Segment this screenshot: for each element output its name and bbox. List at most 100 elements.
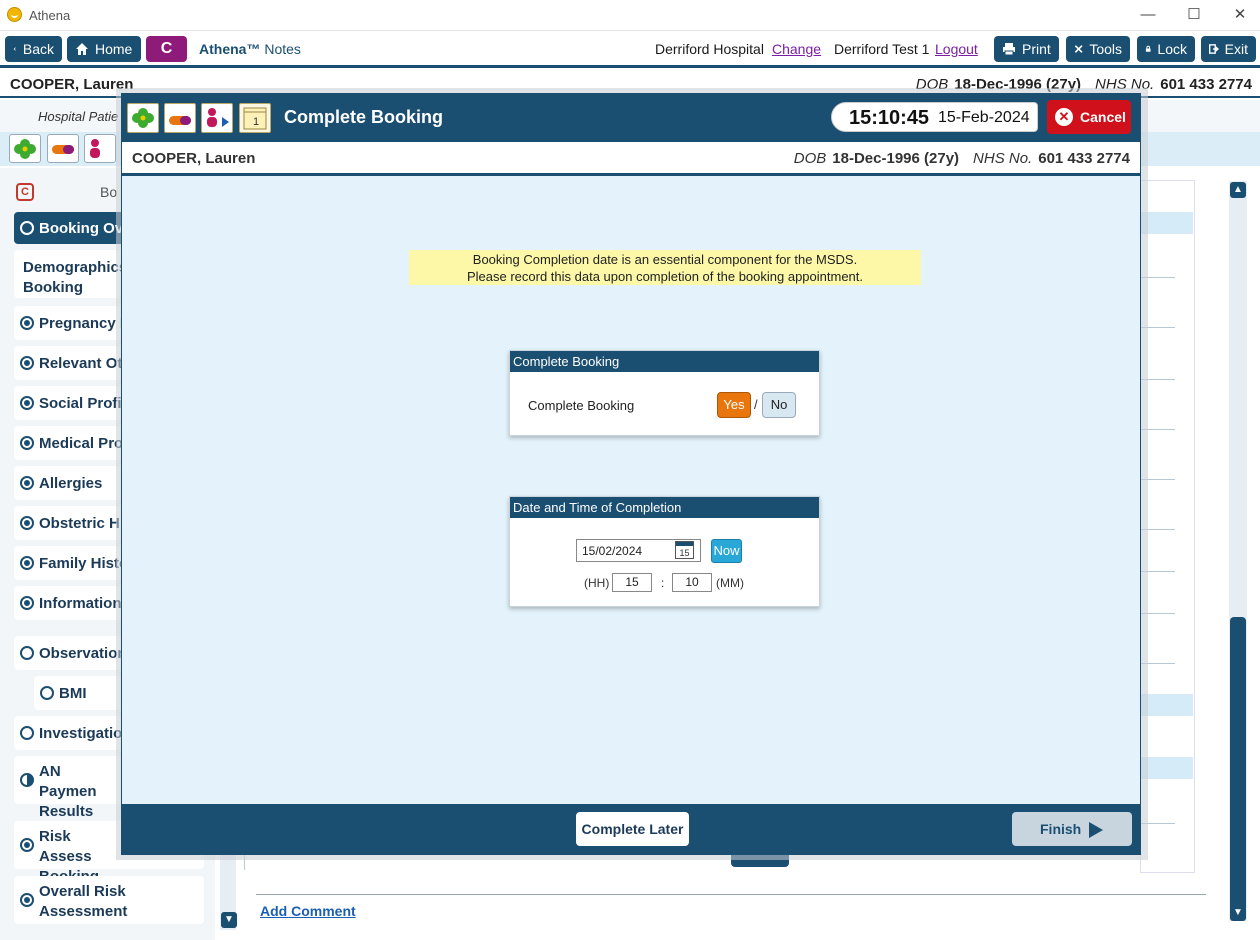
completion-datetime-panel: Date and Time of Completion 15/02/2024 1…: [509, 496, 820, 607]
tools-icon: [1074, 45, 1083, 53]
yes-button[interactable]: Yes: [717, 392, 751, 418]
chevron-left-icon: [13, 47, 16, 51]
sidebar-item-label: Overall Risk Assessment: [39, 883, 128, 920]
calendar-picker-icon[interactable]: 15: [675, 541, 694, 559]
cancel-label: Cancel: [1080, 109, 1126, 125]
sidebar-item-label: Observation: [39, 645, 127, 662]
sidebar-item-label: Social Profil: [39, 395, 126, 412]
sidebar-item-label: Booking Ov: [39, 220, 124, 237]
tools-label: Tools: [1089, 41, 1122, 57]
medication-icon[interactable]: [47, 134, 79, 163]
half-status-dot-icon: [20, 773, 34, 787]
sidebar-item-label: Family Histo: [39, 555, 129, 572]
patient-name: COOPER, Lauren: [132, 150, 256, 167]
home-button[interactable]: Home: [67, 36, 141, 62]
sidebar-item-label: Information: [39, 595, 122, 612]
hospital-name: Derriford Hospital: [655, 41, 764, 57]
patient-name: COOPER, Lauren: [10, 76, 134, 93]
scroll-up-icon[interactable]: ▲: [1230, 182, 1246, 198]
scroll-down-icon[interactable]: ▼: [1230, 905, 1246, 921]
status-dot-icon: [20, 893, 34, 907]
home-icon: [76, 43, 88, 55]
sidebar-section-title: Bo: [100, 184, 118, 200]
context-c-button[interactable]: C: [146, 36, 187, 62]
logout-link[interactable]: Logout: [935, 41, 978, 57]
play-arrow-icon: [1089, 822, 1103, 838]
sidebar-item-label: Relevant Ot: [39, 355, 123, 372]
people-icon[interactable]: [201, 103, 233, 133]
notice-line-2: Please record this data upon completion …: [466, 269, 864, 284]
sidebar-item-label: BMI: [59, 685, 87, 702]
svg-text:1: 1: [253, 116, 259, 128]
sidebar-item-overall-risk[interactable]: Overall Risk Assessment: [14, 876, 204, 924]
status-dot-icon: [20, 646, 34, 660]
dialog-footer: Complete Later Finish: [122, 804, 1140, 854]
window-title: Athena: [29, 8, 71, 23]
sidebar-item-label: Pregnancy I: [39, 315, 125, 332]
finish-button[interactable]: Finish: [1012, 812, 1132, 846]
yes-no-separator: /: [754, 397, 758, 412]
app-section: Notes: [264, 41, 301, 57]
cancel-button[interactable]: ✕ Cancel: [1047, 100, 1131, 134]
status-dot-icon: [20, 726, 34, 740]
patient-identifiers: DOB 18-Dec-1996 (27y) NHS No. 601 433 2774: [794, 150, 1130, 167]
nhs-value: 601 433 2774: [1160, 76, 1252, 93]
app-title: Athena™ Notes: [199, 41, 301, 57]
clover-icon[interactable]: [127, 103, 159, 133]
status-dot-icon: [20, 516, 34, 530]
status-dot-icon: [20, 356, 34, 370]
lock-button[interactable]: Lock: [1137, 36, 1195, 62]
complete-booking-dialog: 1 Complete Booking 15:10:45 15-Feb-2024 …: [121, 93, 1141, 855]
msds-notice: Booking Completion date is an essential …: [409, 250, 921, 285]
change-hospital-link[interactable]: Change: [772, 41, 821, 57]
dialog-patient-banner: COOPER, Lauren DOB 18-Dec-1996 (27y) NHS N…: [122, 142, 1140, 176]
status-dot-icon: [20, 838, 34, 852]
status-dot-icon: [20, 316, 34, 330]
print-label: Print: [1022, 41, 1051, 57]
medication-icon[interactable]: [164, 103, 196, 133]
hours-input[interactable]: 15: [612, 573, 652, 592]
tools-button[interactable]: Tools: [1066, 36, 1130, 62]
minutes-label: (MM): [716, 576, 744, 590]
complete-later-button[interactable]: Complete Later: [576, 812, 689, 846]
now-button[interactable]: Now: [711, 539, 742, 563]
divider-line: [256, 894, 1206, 895]
panel-header: Date and Time of Completion: [510, 497, 819, 518]
home-label: Home: [95, 41, 133, 57]
clock-date: 15-Feb-2024: [938, 109, 1030, 126]
sidebar-item-label: Allergies: [39, 475, 103, 492]
app-name: Athena™: [199, 41, 261, 57]
calendar-icon[interactable]: 1: [239, 103, 271, 133]
no-button[interactable]: No: [762, 392, 796, 418]
scrollbar-thumb[interactable]: [1230, 617, 1246, 917]
maximize-icon[interactable]: ☐: [1182, 4, 1206, 26]
back-button[interactable]: Back: [5, 36, 62, 62]
dob-value: 18-Dec-1996 (27y): [832, 150, 960, 167]
print-button[interactable]: Print: [994, 36, 1059, 62]
minutes-input[interactable]: 10: [672, 573, 712, 592]
exit-button[interactable]: Exit: [1201, 36, 1256, 62]
finish-label: Finish: [1040, 821, 1082, 837]
hours-label: (HH): [584, 576, 610, 590]
main-scrollbar[interactable]: [1229, 181, 1247, 921]
scroll-down-icon[interactable]: ▼: [221, 912, 237, 928]
athena-logo-icon: [7, 7, 22, 22]
status-dot-icon: [20, 221, 34, 235]
user-name: Derriford Test 1: [834, 41, 930, 57]
dialog-title: Complete Booking: [284, 107, 444, 127]
status-dot-icon: [20, 436, 34, 450]
background-row-band: [1141, 694, 1193, 716]
clock-time: 15:10:45: [849, 107, 930, 129]
time-separator: :: [661, 576, 665, 590]
nhs-value: 601 433 2774: [1038, 150, 1130, 167]
hospital-patient-label: Hospital Patie: [38, 109, 119, 124]
close-window-icon[interactable]: ✕: [1228, 4, 1252, 26]
clover-icon[interactable]: [9, 134, 41, 163]
back-label: Back: [22, 41, 54, 57]
minimize-icon[interactable]: —: [1136, 4, 1160, 26]
sidebar-item-label: Demographics Booking: [23, 259, 128, 296]
clock-display: 15:10:45 15-Feb-2024: [831, 102, 1038, 132]
add-comment-link[interactable]: Add Comment: [260, 903, 356, 919]
people-icon[interactable]: [84, 134, 116, 163]
exit-label: Exit: [1224, 41, 1248, 57]
